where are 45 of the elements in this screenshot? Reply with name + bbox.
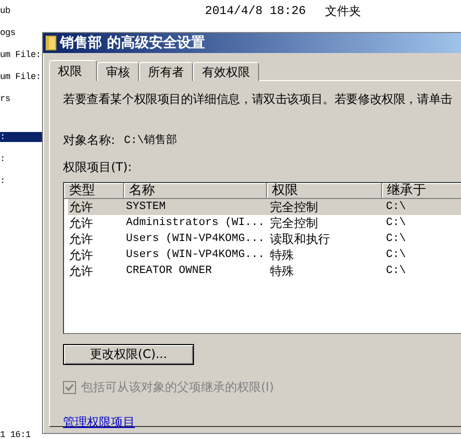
date-modified: 2014/4/8 18:26	[205, 4, 307, 18]
column-header[interactable]: 名称	[124, 183, 267, 199]
date-modified: 1 16:1	[0, 430, 31, 439]
folder-icon	[45, 35, 57, 51]
file-name[interactable]: ub	[0, 6, 205, 16]
table-cell-text: C:\	[385, 216, 407, 231]
table-cell-text: 特殊	[269, 263, 295, 279]
table-cell-text: C:\	[385, 248, 407, 263]
tab[interactable]: 权限	[49, 60, 97, 81]
table-row[interactable]: 允许 SYSTEM 完全控制 C:\	[68, 199, 461, 215]
description-text: 若要查看某个权限项目的详细信息，请双击该项目。若要修改权限，请单击	[63, 91, 454, 108]
change-permissions-button[interactable]: 更改权限(C)...	[63, 344, 194, 365]
table-cell-text: Users (WIN-VP4KOMG...	[125, 248, 266, 263]
manage-permissions-link[interactable]: 管理权限项目	[63, 414, 135, 431]
window-title: 销售部 的高级安全设置	[60, 34, 205, 52]
object-name: C:\销售部	[124, 132, 177, 149]
object-name-label: 对象名称:	[63, 132, 116, 149]
column-header[interactable]: 类型	[64, 183, 124, 199]
entries-label: 权限项目(T):	[63, 159, 133, 176]
tab[interactable]: 所有者	[139, 62, 193, 81]
table-cell-text: SYSTEM	[125, 200, 167, 215]
checkbox-label: 包括可从该对象的父项继承的权限(I)	[81, 379, 274, 396]
file-type: 文件夹	[325, 2, 361, 20]
table-cell-text: 允许	[68, 231, 94, 247]
table-cell-text: 允许	[68, 263, 94, 279]
table-cell-text: 完全控制	[269, 215, 319, 231]
table-cell-text: C:\	[385, 232, 407, 247]
table-cell-text: 读取和执行	[269, 231, 331, 247]
table-cell-text: Users (WIN-VP4KOMG...	[125, 232, 266, 247]
table-cell-text: 允许	[68, 199, 94, 215]
tab[interactable]: 有效权限	[193, 62, 259, 81]
table-cell-text: C:\	[385, 264, 407, 279]
table-cell-text: 允许	[68, 215, 94, 231]
table-cell-text: 完全控制	[269, 199, 319, 215]
tab[interactable]: 审核	[97, 62, 139, 81]
column-header[interactable]: 权限	[267, 183, 382, 199]
table-cell-text: 允许	[68, 247, 94, 263]
table-row[interactable]: 允许 Users (WIN-VP4KOMG... 特殊 C:\	[68, 247, 461, 263]
table-cell-text: 特殊	[269, 247, 295, 263]
table-row[interactable]: 允许 Administrators (WI... 完全控制 C:\	[68, 215, 461, 231]
table-row[interactable]: 允许 Users (WIN-VP4KOMG... 读取和执行 C:\	[68, 231, 461, 247]
table-cell-text: Administrators (WI...	[125, 216, 266, 231]
table-cell-text: C:\	[385, 200, 407, 215]
table-cell-text: CREATOR OWNER	[125, 264, 213, 279]
table-row[interactable]: 允许 CREATOR OWNER 特殊 C:\	[68, 263, 461, 279]
